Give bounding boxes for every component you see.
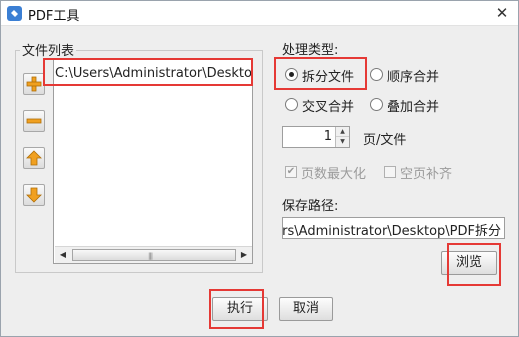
radio-unselected-icon [285,98,298,111]
spin-down-icon[interactable]: ▼ [336,137,349,147]
radio-overlay-label: 叠加合并 [387,100,440,115]
radio-cross-label: 交叉合并 [302,100,355,115]
add-file-button[interactable] [23,73,45,95]
checkbox-fill-blank-label: 空页补齐 [400,167,453,182]
checkbox-checked-icon: ✔ [285,166,297,178]
radio-unselected-icon [370,98,383,111]
grip-icon: ||| [148,252,153,260]
remove-icon [26,118,42,124]
window-title: PDF工具 [28,9,80,24]
radio-split-label: 拆分文件 [302,70,355,85]
horizontal-scrollbar[interactable]: ◀ ||| ▶ [55,246,252,263]
move-up-button[interactable] [23,147,45,169]
scroll-right-icon[interactable]: ▶ [236,247,252,263]
move-up-icon [26,150,42,166]
processing-type-label: 处理类型: [282,43,339,58]
title-bar: PDF工具 ✕ [1,1,518,26]
remove-file-button[interactable] [23,110,45,132]
pdf-tool-icon [7,6,22,21]
save-path-label: 保存路径: [282,199,339,214]
scroll-left-icon[interactable]: ◀ [55,247,71,263]
file-list-label: 文件列表 [20,40,77,59]
radio-selected-icon [285,68,298,81]
execute-button[interactable]: 执行 [212,297,268,321]
save-path-value[interactable]: C:\Users\Administrator\Desktop\PDF拆分 [283,220,501,238]
radio-unselected-icon [370,68,383,81]
pages-per-file-value[interactable]: 1 [324,129,332,144]
pdf-tool-window: PDF工具 ✕ 文件列表 C:\Users\Administrator\Desk… [0,0,519,337]
checkbox-unchecked-icon [384,166,396,178]
browse-button[interactable]: 浏览 [441,251,497,275]
spinner-buttons: ▲ ▼ [335,127,349,147]
move-down-button[interactable] [23,184,45,206]
list-item[interactable]: C:\Users\Administrator\Desktop [55,66,252,84]
save-path-field[interactable]: C:\Users\Administrator\Desktop\PDF拆分 [282,217,505,239]
pages-per-file-unit: 页/文件 [363,133,407,148]
cancel-button[interactable]: 取消 [279,297,333,321]
radio-sequential-label: 顺序合并 [387,70,440,85]
move-down-icon [26,187,42,203]
add-icon [26,76,42,92]
close-icon[interactable]: ✕ [492,4,512,22]
pages-per-file-spinner[interactable]: 1 ▲ ▼ [282,126,350,148]
scroll-thumb[interactable]: ||| [72,249,236,261]
checkbox-maximize-label: 页数最大化 [301,167,367,182]
file-list[interactable]: C:\Users\Administrator\Desktop ◀ ||| ▶ [53,59,253,264]
spin-up-icon[interactable]: ▲ [336,127,349,137]
